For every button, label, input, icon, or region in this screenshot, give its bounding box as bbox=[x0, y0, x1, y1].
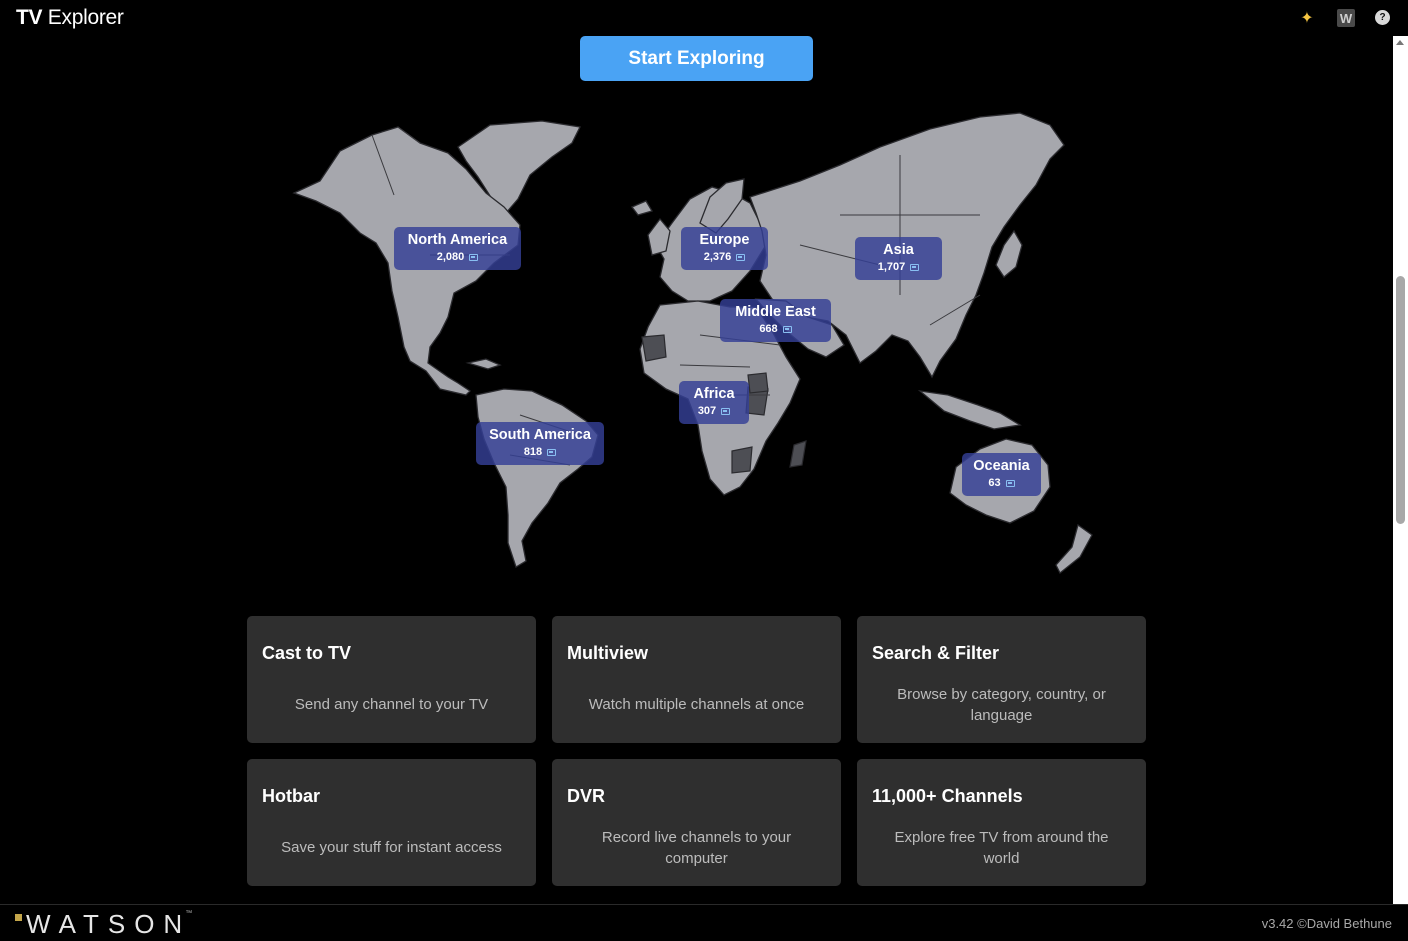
card-title: Multiview bbox=[567, 643, 649, 663]
region-europe[interactable]: Europe 2,376 bbox=[681, 227, 768, 270]
tv-explorer-window: TV Explorer ✦ W ? Start Exploring North … bbox=[0, 0, 1408, 941]
caribbean-shape bbox=[465, 358, 502, 370]
scroll-up-arrow-icon[interactable] bbox=[1396, 40, 1404, 45]
region-count: 2,080 bbox=[394, 249, 521, 264]
tv-icon bbox=[910, 263, 920, 271]
region-count: 1,707 bbox=[855, 259, 942, 274]
region-north-america[interactable]: North America 2,080 bbox=[394, 227, 521, 270]
madagascar-shape bbox=[789, 440, 807, 468]
watson-logo-square bbox=[15, 914, 22, 921]
region-name: Europe bbox=[699, 232, 750, 248]
region-asia[interactable]: Asia 1,707 bbox=[855, 237, 942, 280]
tv-icon bbox=[469, 253, 479, 261]
card-description: Watch multiple channels at once bbox=[588, 696, 805, 713]
tv-icon bbox=[721, 407, 731, 415]
region-name: South America bbox=[489, 427, 591, 443]
new-zealand-shape bbox=[1055, 523, 1093, 575]
tv-icon bbox=[736, 253, 746, 261]
footer: WATSON ™ v3.42 ©David Bethune bbox=[0, 904, 1408, 941]
region-name: Asia bbox=[883, 242, 914, 258]
card-title: Hotbar bbox=[262, 786, 320, 806]
dark-country-southern-africa bbox=[731, 446, 753, 474]
region-south-america[interactable]: South America 818 bbox=[476, 422, 604, 465]
iceland-shape bbox=[630, 200, 653, 216]
feature-card-dvr[interactable]: DVR Record live channels to your compute… bbox=[552, 759, 841, 886]
card-title: DVR bbox=[567, 786, 606, 806]
watson-logo: WATSON ™ bbox=[15, 910, 192, 938]
japan-shape bbox=[995, 229, 1023, 278]
watson-brand-text: WATSON bbox=[26, 909, 192, 939]
feature-card-cast[interactable]: Cast to TV Send any channel to your TV bbox=[247, 616, 536, 743]
vertical-scrollbar[interactable] bbox=[1393, 36, 1408, 904]
start-exploring-button[interactable]: Start Exploring bbox=[580, 36, 813, 81]
region-count: 63 bbox=[962, 475, 1041, 490]
card-description: Send any channel to your TV bbox=[294, 696, 489, 713]
world-map bbox=[280, 95, 1120, 585]
dark-country-east-africa bbox=[747, 372, 769, 394]
world-map-graphic bbox=[292, 112, 1093, 575]
feature-card-search-filter[interactable]: Search & Filter Browse by category, coun… bbox=[857, 616, 1146, 743]
south-america-shape bbox=[475, 388, 599, 568]
card-title: Cast to TV bbox=[262, 643, 352, 663]
title-bar: TV Explorer ✦ W ? bbox=[0, 0, 1408, 36]
region-name: North America bbox=[407, 232, 508, 248]
region-name: Middle East bbox=[735, 304, 816, 320]
app-title-bold: TV bbox=[16, 6, 43, 29]
w-icon[interactable]: W bbox=[1337, 9, 1355, 27]
card-title: Search & Filter bbox=[872, 643, 1000, 663]
region-count: 668 bbox=[720, 321, 831, 336]
uk-shape bbox=[647, 217, 671, 256]
region-middle-east[interactable]: Middle East 668 bbox=[720, 299, 831, 342]
region-africa[interactable]: Africa 307 bbox=[679, 381, 749, 424]
region-count: 2,376 bbox=[681, 249, 768, 264]
trademark-mark: ™ bbox=[185, 910, 193, 917]
card-description: Save your stuff for instant access bbox=[281, 839, 502, 856]
card-description: Record live channels to your computer bbox=[601, 829, 792, 867]
tv-icon bbox=[547, 448, 557, 456]
help-icon[interactable]: ? bbox=[1375, 10, 1390, 25]
card-description: Explore free TV from around the world bbox=[894, 829, 1109, 867]
app-title-rest: Explorer bbox=[47, 6, 124, 29]
feature-card-hotbar[interactable]: Hotbar Save your stuff for instant acces… bbox=[247, 759, 536, 886]
app-title: TV Explorer bbox=[16, 6, 124, 30]
sparkle-icon[interactable]: ✦ bbox=[1298, 9, 1316, 27]
version-credit: v3.42 ©David Bethune bbox=[1261, 916, 1392, 931]
tv-icon bbox=[782, 325, 792, 333]
card-title: 11,000+ Channels bbox=[872, 786, 1023, 806]
scroll-thumb[interactable] bbox=[1396, 276, 1405, 524]
region-name: Africa bbox=[693, 386, 735, 402]
dark-country-west-africa bbox=[641, 334, 667, 362]
feature-card-multiview[interactable]: Multiview Watch multiple channels at onc… bbox=[552, 616, 841, 743]
region-name: Oceania bbox=[973, 458, 1030, 474]
tv-icon bbox=[1005, 479, 1015, 487]
southeast-asia-islands-shape bbox=[917, 390, 1022, 430]
feature-card-channels[interactable]: 11,000+ Channels Explore free TV from ar… bbox=[857, 759, 1146, 886]
region-count: 307 bbox=[679, 403, 749, 418]
card-description: Browse by category, country, or language bbox=[897, 686, 1106, 724]
region-oceania[interactable]: Oceania 63 bbox=[962, 453, 1041, 496]
region-count: 818 bbox=[476, 444, 604, 459]
